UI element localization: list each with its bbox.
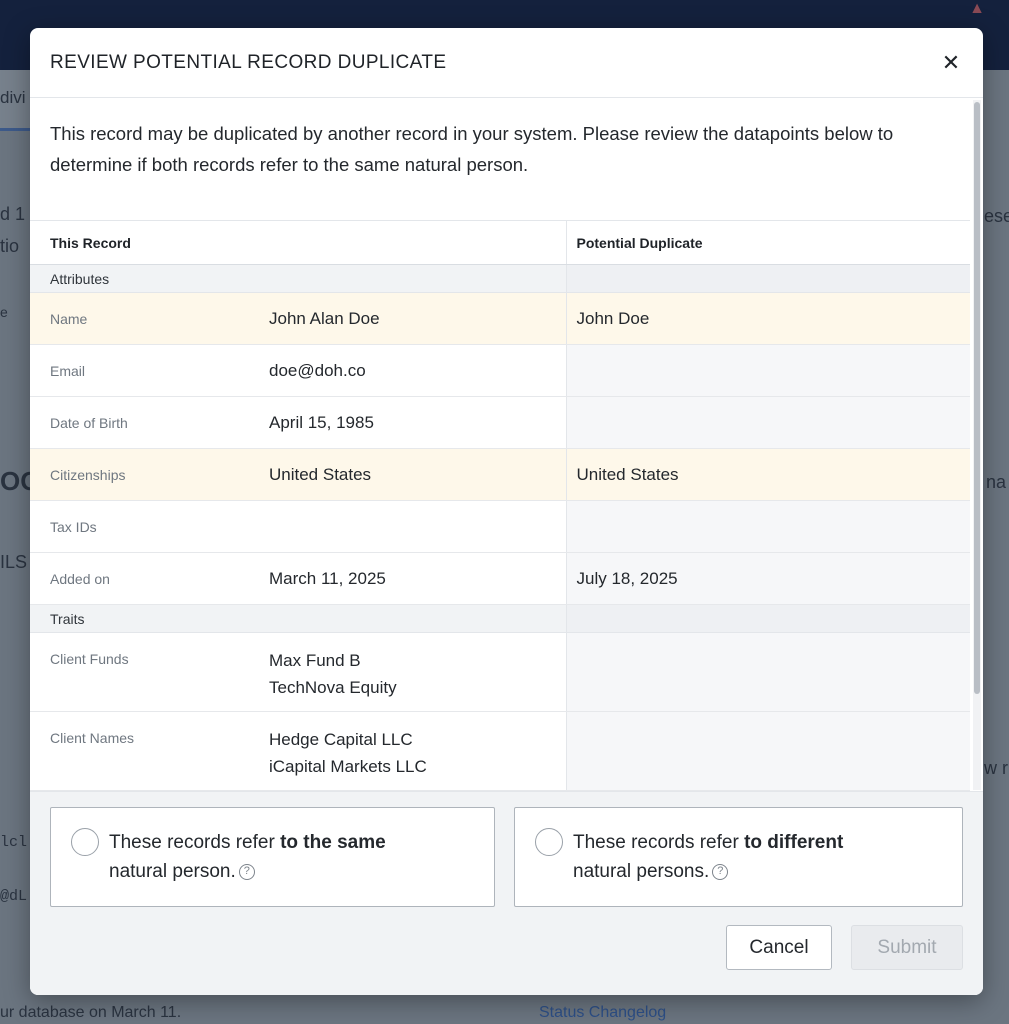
- table-row: Tax IDs: [30, 500, 970, 553]
- this-record-header: This Record: [30, 220, 566, 265]
- same-person-option[interactable]: These records refer to the same natural p…: [50, 807, 495, 907]
- background-section-fragment: ILS: [0, 552, 28, 572]
- duplicate-value: [565, 711, 970, 791]
- duplicate-review-modal: REVIEW POTENTIAL RECORD DUPLICATE ✕ This…: [30, 28, 983, 995]
- modal-footer: These records refer to the same natural p…: [30, 791, 983, 995]
- value-line: Hedge Capital LLC: [269, 730, 413, 749]
- table-row: Added on March 11, 2025 July 18, 2025: [30, 552, 970, 605]
- different-persons-label: These records refer to different natural …: [573, 832, 844, 882]
- section-row-attributes: Attributes: [30, 264, 970, 293]
- background-summary-fragment: d 1: [0, 204, 26, 224]
- submit-button[interactable]: Submit: [851, 925, 963, 970]
- background-right-fragment: w r: [984, 758, 1008, 778]
- table-row: Email doe@doh.co: [30, 344, 970, 397]
- row-label: Client Funds: [30, 632, 250, 712]
- this-record-value: John Alan Doe: [250, 292, 566, 345]
- this-record-value: doe@doh.co: [250, 344, 566, 397]
- table-row: Name John Alan Doe John Doe: [30, 292, 970, 345]
- same-person-radio[interactable]: [71, 828, 99, 856]
- this-record-value: United States: [250, 448, 566, 501]
- background-code-fragment: lcl: [0, 834, 28, 851]
- same-person-label: These records refer to the same natural p…: [109, 832, 386, 882]
- duplicate-value: [565, 500, 970, 553]
- row-label: Date of Birth: [30, 396, 250, 449]
- section-label: Attributes: [30, 264, 566, 293]
- background-code-fragment: @dL: [0, 888, 28, 905]
- modal-header: REVIEW POTENTIAL RECORD DUPLICATE ✕: [30, 28, 983, 98]
- table-header-row: This Record Potential Duplicate: [30, 220, 970, 265]
- duplicate-value: July 18, 2025: [565, 552, 970, 605]
- row-label: Name: [30, 292, 250, 345]
- row-label: Client Names: [30, 711, 250, 791]
- different-persons-option[interactable]: These records refer to different natural …: [514, 807, 963, 907]
- table-row: Client Funds Max Fund B TechNova Equity: [30, 632, 970, 712]
- cancel-button[interactable]: Cancel: [726, 925, 832, 970]
- value-line: Max Fund B: [269, 651, 361, 670]
- row-label: Email: [30, 344, 250, 397]
- help-circle-icon[interactable]: ?: [712, 864, 729, 880]
- scrollbar-thumb[interactable]: [974, 102, 980, 694]
- section-row-traits: Traits: [30, 604, 970, 633]
- comparison-table: This Record Potential Duplicate Attribut…: [30, 220, 970, 791]
- potential-duplicate-header: Potential Duplicate: [565, 220, 970, 265]
- warning-icon[interactable]: ▲: [969, 0, 985, 18]
- modal-title: REVIEW POTENTIAL RECORD DUPLICATE: [50, 51, 447, 73]
- background-note: ur database on March 11.: [0, 1004, 182, 1021]
- background-right-fragment: na: [986, 472, 1007, 492]
- duplicate-value: [565, 344, 970, 397]
- duplicate-value: [565, 632, 970, 712]
- this-record-value: March 11, 2025: [250, 552, 566, 605]
- background-label-fragment: e: [0, 304, 8, 320]
- row-label: Citizenships: [30, 448, 250, 501]
- background-tab-fragment[interactable]: divi: [0, 88, 26, 108]
- status-changelog-link[interactable]: Status Changelog: [539, 1004, 666, 1022]
- section-label: Traits: [30, 604, 566, 633]
- background-tab-underline: [0, 128, 30, 131]
- table-row: Citizenships United States United States: [30, 448, 970, 501]
- row-label: Tax IDs: [30, 500, 250, 553]
- different-persons-radio[interactable]: [535, 828, 563, 856]
- modal-body[interactable]: This record may be duplicated by another…: [30, 98, 983, 791]
- background-summary-fragment: tio: [0, 236, 20, 256]
- this-record-value: April 15, 1985: [250, 396, 566, 449]
- intro-text: This record may be duplicated by another…: [50, 123, 894, 175]
- value-line: iCapital Markets LLC: [269, 757, 427, 776]
- duplicate-value: John Doe: [565, 292, 970, 345]
- table-row: Date of Birth April 15, 1985: [30, 396, 970, 449]
- row-label: Added on: [30, 552, 250, 605]
- duplicate-value: [565, 396, 970, 449]
- close-icon[interactable]: ✕: [939, 51, 963, 75]
- this-record-value: [250, 500, 566, 553]
- help-circle-icon[interactable]: ?: [238, 864, 255, 880]
- table-row: Client Names Hedge Capital LLC iCapital …: [30, 711, 970, 791]
- duplicate-value: United States: [565, 448, 970, 501]
- background-right-fragment: ese: [984, 206, 1009, 226]
- value-line: TechNova Equity: [269, 678, 397, 697]
- this-record-value: Max Fund B TechNova Equity: [250, 632, 566, 712]
- this-record-value: Hedge Capital LLC iCapital Markets LLC: [250, 711, 566, 791]
